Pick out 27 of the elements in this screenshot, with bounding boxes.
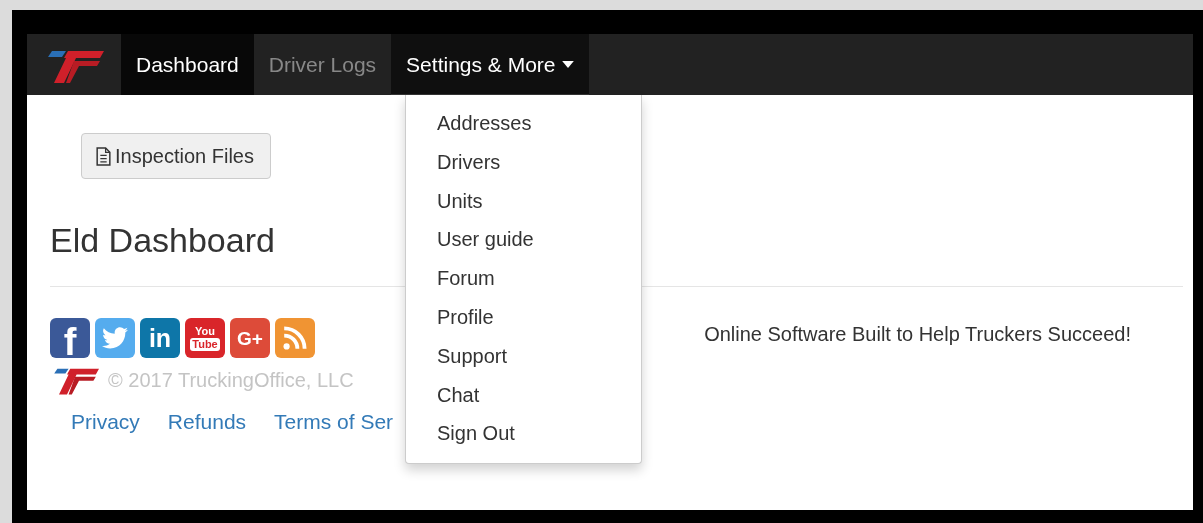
nav-tab[interactable]: Dashboard [121, 34, 254, 95]
menu-item[interactable]: Addresses [406, 104, 641, 143]
caret-icon [561, 61, 574, 68]
menu-item[interactable]: Chat [406, 375, 641, 415]
menu-item[interactable]: Profile [406, 298, 641, 337]
rss-icon[interactable] [275, 318, 315, 358]
tagline-text: Online Software Built to Help Truckers Succeed! [704, 323, 1131, 347]
document-icon [96, 146, 111, 166]
footer-link[interactable]: Refunds [167, 410, 247, 434]
page-heading: Eld Dashboard [50, 220, 275, 261]
footer-link[interactable]: Privacy [71, 410, 140, 434]
menu-item[interactable]: Forum [406, 259, 641, 298]
nav-tab[interactable]: Driver Logs [253, 34, 392, 95]
copyright-text: © 2017 TruckingOffice, LLC [108, 368, 354, 392]
linkedin-icon[interactable]: in [140, 318, 180, 358]
nav-tab[interactable]: Settings & More [391, 34, 589, 95]
menu-item[interactable]: Units [406, 181, 641, 221]
googleplus-icon[interactable]: G+ [230, 318, 270, 358]
inspection-files-button[interactable]: Inspection Files [81, 133, 271, 179]
youtube-icon[interactable]: You Tube [185, 318, 225, 358]
menu-item[interactable]: Drivers [406, 142, 641, 182]
menu-item[interactable]: User guide [406, 220, 641, 260]
menu-item[interactable]: Sign Out [406, 414, 641, 454]
menu-item[interactable]: Support [406, 336, 641, 376]
footer-link[interactable]: Terms of Ser [274, 410, 394, 434]
facebook-icon[interactable]: f [50, 318, 90, 358]
twitter-icon[interactable] [95, 318, 135, 358]
